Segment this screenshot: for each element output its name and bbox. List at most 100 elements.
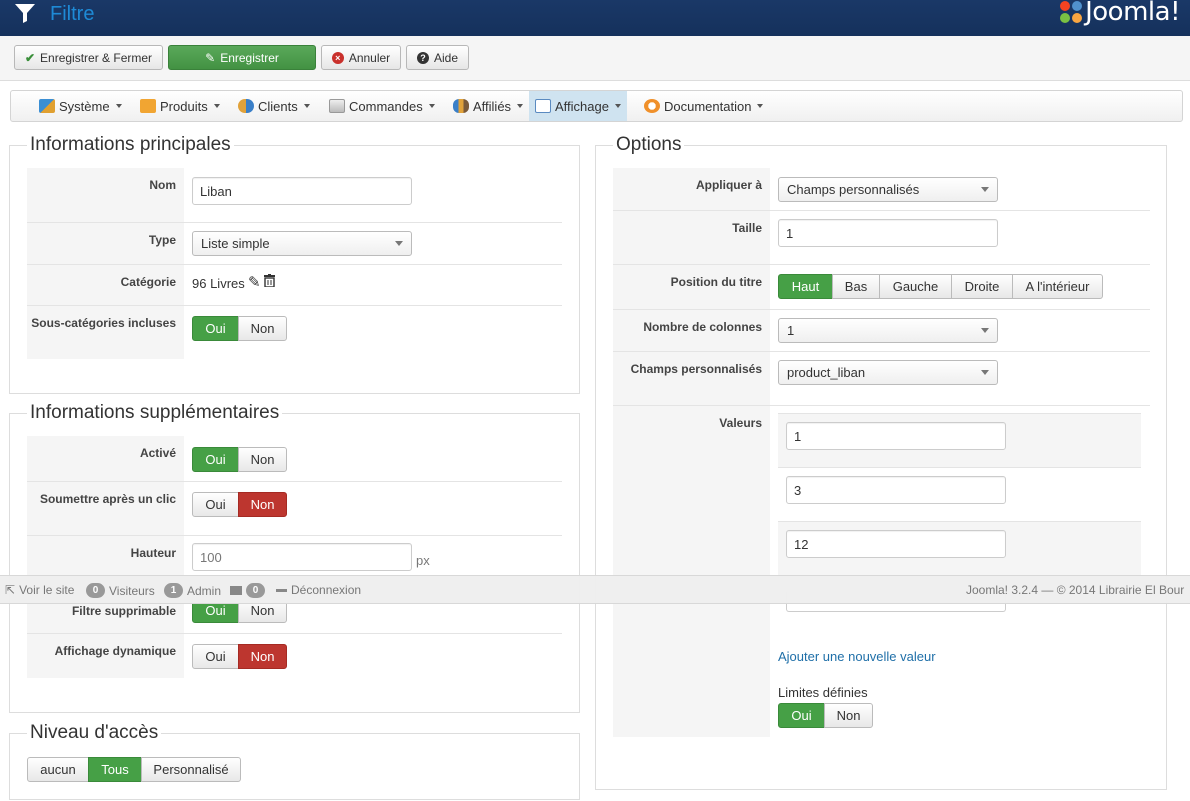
apply-select[interactable]: Champs personnalisés bbox=[778, 177, 998, 202]
trash-icon[interactable] bbox=[264, 274, 275, 287]
fields-select-value: product_liban bbox=[787, 365, 866, 380]
subcat-toggle: Oui Non bbox=[192, 316, 287, 341]
access-all-button[interactable]: Tous bbox=[88, 757, 142, 782]
dynamic-yes-button[interactable]: Oui bbox=[192, 644, 239, 669]
pos-top-button[interactable]: Haut bbox=[778, 274, 833, 299]
save-label: Enregistrer bbox=[220, 50, 279, 65]
value-input[interactable]: 1 bbox=[786, 422, 1006, 450]
check-icon: ✔ bbox=[24, 50, 36, 65]
chevron-down-icon bbox=[981, 187, 989, 192]
pos-right-button[interactable]: Droite bbox=[951, 274, 1013, 299]
tools-icon bbox=[39, 99, 55, 113]
footer-version: Joomla! 3.2.4 — © 2014 Librairie El Bour bbox=[966, 583, 1185, 597]
toolbar: ✔ Enregistrer & Fermer ✎ Enregistrer × A… bbox=[0, 36, 1190, 81]
edit-icon: ✎ bbox=[205, 50, 216, 65]
dynamic-no-button[interactable]: Non bbox=[238, 644, 287, 669]
dynamic-label: Affichage dynamique bbox=[27, 634, 184, 678]
save-close-button[interactable]: ✔ Enregistrer & Fermer bbox=[14, 45, 163, 70]
chevron-down-icon bbox=[614, 104, 621, 108]
minus-icon bbox=[276, 588, 287, 592]
users-icon bbox=[238, 99, 254, 113]
help-icon: ? bbox=[416, 51, 429, 64]
main-info-legend: Informations principales bbox=[27, 134, 234, 156]
chevron-down-icon bbox=[303, 104, 310, 108]
name-input[interactable]: Liban bbox=[192, 177, 412, 205]
active-yes-button[interactable]: Oui bbox=[192, 447, 239, 472]
cancel-label: Annuler bbox=[348, 50, 391, 65]
messages-status[interactable]: 0 bbox=[230, 583, 265, 598]
affiliates-icon bbox=[453, 99, 469, 113]
menu-documentation[interactable]: Documentation bbox=[638, 91, 769, 121]
chevron-down-icon bbox=[115, 104, 122, 108]
view-site-label: Voir le site bbox=[19, 583, 75, 597]
logout-link[interactable]: Déconnexion bbox=[276, 583, 361, 597]
columns-select-value: 1 bbox=[787, 323, 795, 338]
limits-label: Limites définies bbox=[778, 685, 868, 700]
cancel-icon: × bbox=[331, 51, 344, 64]
size-label: Taille bbox=[613, 211, 770, 264]
limits-yes-button[interactable]: Oui bbox=[778, 703, 825, 728]
limits-no-button[interactable]: Non bbox=[824, 703, 873, 728]
name-label: Nom bbox=[27, 168, 184, 222]
menu-orders[interactable]: Commandes bbox=[323, 91, 441, 121]
external-link-icon: ⇱ bbox=[5, 583, 16, 597]
pos-left-button[interactable]: Gauche bbox=[879, 274, 952, 299]
columns-select[interactable]: 1 bbox=[778, 318, 998, 343]
fields-select[interactable]: product_liban bbox=[778, 360, 998, 385]
save-close-label: Enregistrer & Fermer bbox=[40, 50, 153, 65]
chevron-down-icon bbox=[395, 241, 403, 246]
menu-products[interactable]: Produits bbox=[134, 91, 226, 121]
access-legend: Niveau d'accès bbox=[27, 722, 162, 744]
view-site-link[interactable]: ⇱ Voir le site bbox=[5, 583, 74, 597]
deletable-yes-button[interactable]: Oui bbox=[192, 603, 239, 623]
subcat-no-button[interactable]: Non bbox=[238, 316, 287, 341]
help-button[interactable]: ? Aide bbox=[406, 45, 469, 70]
value-input[interactable]: 12 bbox=[786, 530, 1006, 558]
menu-display-label: Affichage bbox=[555, 98, 609, 114]
menu-clients[interactable]: Clients bbox=[232, 91, 316, 121]
menu-affiliates[interactable]: Affiliés bbox=[447, 91, 529, 121]
pos-bottom-button[interactable]: Bas bbox=[832, 274, 880, 299]
dynamic-toggle: Oui Non bbox=[192, 644, 287, 669]
pos-inside-button[interactable]: A l'intérieur bbox=[1012, 274, 1103, 299]
chevron-down-icon bbox=[981, 370, 989, 375]
envelope-icon bbox=[230, 586, 242, 595]
add-value-link[interactable]: Ajouter une nouvelle valeur bbox=[778, 649, 936, 664]
active-label: Activé bbox=[27, 436, 184, 481]
save-button[interactable]: ✎ Enregistrer bbox=[168, 45, 316, 70]
submit-toggle: Oui Non bbox=[192, 492, 287, 517]
active-no-button[interactable]: Non bbox=[238, 447, 287, 472]
page-title: Filtre bbox=[50, 3, 95, 25]
values-label: Valeurs bbox=[613, 406, 770, 737]
deletable-no-button[interactable]: Non bbox=[238, 603, 287, 623]
category-value: 96 Livres bbox=[192, 276, 245, 291]
subcat-yes-button[interactable]: Oui bbox=[192, 316, 239, 341]
value-input[interactable]: 3 bbox=[786, 476, 1006, 504]
chevron-down-icon bbox=[517, 104, 524, 108]
type-select-value: Liste simple bbox=[201, 236, 270, 251]
apply-select-value: Champs personnalisés bbox=[787, 182, 920, 197]
size-input[interactable]: 1 bbox=[778, 219, 998, 247]
menu-display[interactable]: Affichage bbox=[529, 91, 627, 121]
status-bar: ⇱ Voir le site 0 Visiteurs 1 Admin 0 Déc… bbox=[0, 575, 1190, 604]
joomla-logo[interactable]: Joomla! bbox=[1057, 0, 1180, 27]
columns-label: Nombre de colonnes bbox=[613, 310, 770, 351]
type-select[interactable]: Liste simple bbox=[192, 231, 412, 256]
height-input[interactable]: 100 bbox=[192, 543, 412, 571]
menu-system[interactable]: Système bbox=[33, 91, 128, 121]
pencil-icon[interactable]: ✎ bbox=[248, 273, 261, 291]
options-legend: Options bbox=[613, 134, 685, 156]
submit-yes-button[interactable]: Oui bbox=[192, 492, 239, 517]
cancel-button[interactable]: × Annuler bbox=[321, 45, 401, 70]
access-none-button[interactable]: aucun bbox=[27, 757, 89, 782]
height-unit: px bbox=[416, 553, 430, 568]
deletable-label: Filtre supprimable bbox=[27, 604, 184, 633]
category-label: Catégorie bbox=[27, 265, 184, 305]
admin-status: 1 Admin bbox=[164, 583, 221, 598]
menu-documentation-label: Documentation bbox=[664, 98, 752, 114]
submit-no-button[interactable]: Non bbox=[238, 492, 287, 517]
menu-system-label: Système bbox=[59, 98, 110, 114]
joomla-logo-text: Joomla! bbox=[1085, 0, 1180, 27]
access-custom-button[interactable]: Personnalisé bbox=[141, 757, 241, 782]
visitors-label: Visiteurs bbox=[109, 583, 155, 598]
